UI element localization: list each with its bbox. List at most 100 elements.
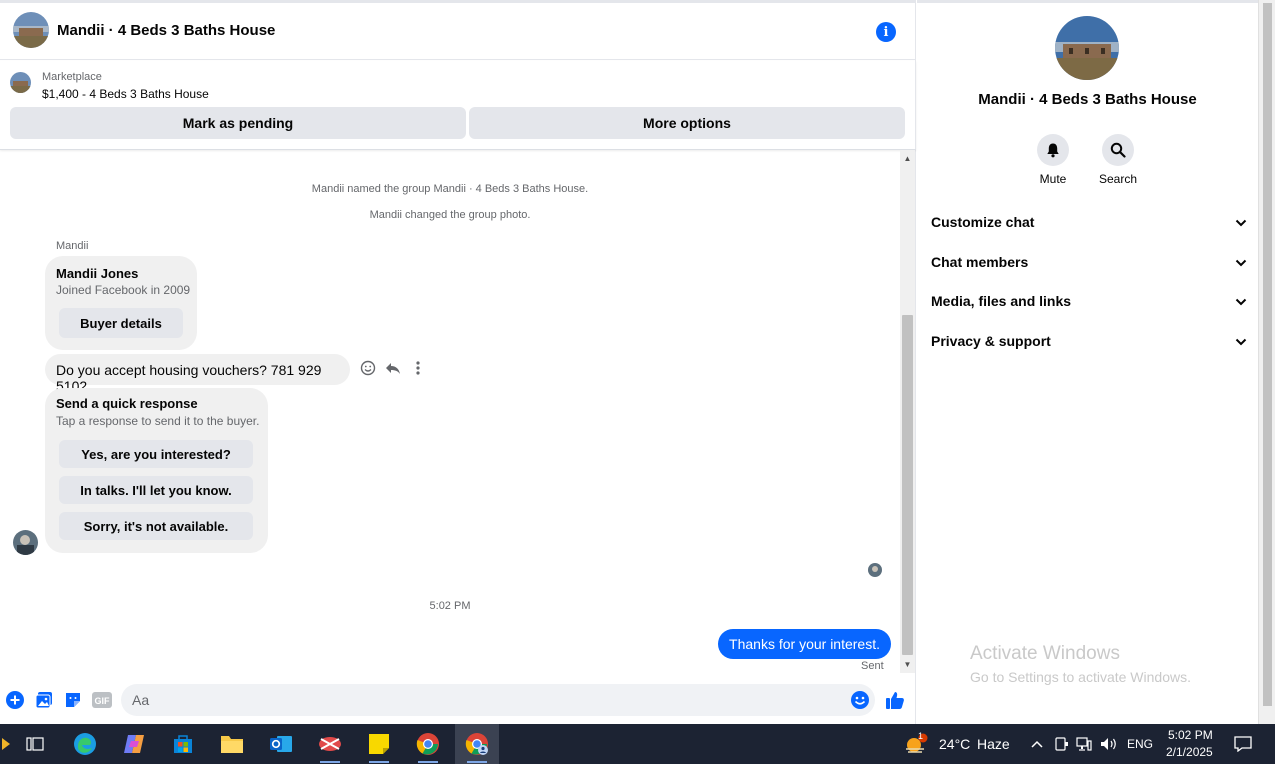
profile-joined: Joined Facebook in 2009 <box>56 283 191 297</box>
chevron-down-icon <box>1235 254 1247 270</box>
system-message: Mandii changed the group photo. <box>369 209 531 221</box>
message-input[interactable] <box>121 684 875 716</box>
system-message: Mandii named the group Mandii · 4 Beds 3… <box>311 183 589 195</box>
mute-label: Mute <box>1039 172 1067 186</box>
mute-action[interactable]: Mute <box>1023 134 1083 186</box>
marketplace-bar: Marketplace $1,400 - 4 Beds 3 Baths Hous… <box>0 61 916 150</box>
page-scroll-thumb[interactable] <box>1263 3 1272 706</box>
marketplace-label: Marketplace <box>42 71 102 83</box>
section-label: Privacy & support <box>931 333 1051 349</box>
search-label: Search <box>1098 172 1138 186</box>
bell-icon[interactable] <box>1037 134 1069 166</box>
volume-icon[interactable] <box>1098 724 1120 764</box>
quick-response-subtitle: Tap a response to send it to the buyer. <box>56 414 260 428</box>
weather-icon[interactable] <box>902 724 930 764</box>
section-label: Chat members <box>931 254 1029 270</box>
media-files-section[interactable]: Media, files and links <box>931 286 1247 316</box>
photo-icon[interactable] <box>34 690 54 710</box>
sent-status: Sent <box>861 660 884 672</box>
buyer-details-button[interactable]: Buyer details <box>59 308 183 338</box>
chat-title[interactable]: Mandii · 4 Beds 3 Baths House <box>57 22 275 39</box>
more-options-button[interactable]: More options <box>469 107 905 139</box>
chat-header: Mandii · 4 Beds 3 Baths House i <box>0 3 916 60</box>
composer: GIF <box>0 682 916 720</box>
customize-chat-section[interactable]: Customize chat <box>931 207 1247 237</box>
quick-response-option[interactable]: Yes, are you interested? <box>59 440 253 468</box>
message-thread[interactable]: Mandii named the group Mandii · 4 Beds 3… <box>0 150 900 673</box>
store-icon[interactable] <box>161 724 205 764</box>
clock-date[interactable]: 2/1/2025 <box>1166 745 1213 759</box>
messenger-window: Mandii · 4 Beds 3 Baths House i Marketpl… <box>0 0 1275 764</box>
gif-icon[interactable]: GIF <box>92 690 112 710</box>
more-vertical-icon[interactable] <box>409 359 427 377</box>
scroll-thumb[interactable] <box>902 315 913 655</box>
file-explorer-icon[interactable] <box>210 724 254 764</box>
message-timestamp: 5:02 PM <box>429 600 471 612</box>
panel-title: Mandii · 4 Beds 3 Baths House <box>978 91 1197 108</box>
running-indicator <box>369 761 389 763</box>
reply-icon[interactable] <box>384 359 402 377</box>
chevron-down-icon <box>1235 214 1247 230</box>
running-indicator <box>320 761 340 763</box>
watermark-line2: Go to Settings to activate Windows. <box>970 669 1191 685</box>
react-icon[interactable] <box>359 359 377 377</box>
scroll-down-icon[interactable]: ▼ <box>903 660 912 669</box>
windows-taskbar: 1 24°C Haze ENG 5:02 PM 2/1/2025 <box>0 724 1275 764</box>
running-indicator <box>418 761 438 763</box>
svg-text:GIF: GIF <box>95 696 111 706</box>
sender-avatar[interactable] <box>13 530 38 555</box>
sender-name: Mandii <box>56 240 89 252</box>
listing-title[interactable]: $1,400 - 4 Beds 3 Baths House <box>42 87 209 101</box>
panel-group-avatar[interactable] <box>1055 16 1119 80</box>
meet-now-icon[interactable] <box>1052 724 1072 764</box>
group-avatar[interactable] <box>13 12 49 48</box>
chat-members-section[interactable]: Chat members <box>931 247 1247 277</box>
chevron-down-icon <box>1235 293 1247 309</box>
language-indicator[interactable]: ENG <box>1127 737 1153 751</box>
plus-icon[interactable] <box>5 690 25 710</box>
profile-name: Mandii Jones <box>56 266 139 281</box>
network-icon[interactable] <box>1074 724 1094 764</box>
running-indicator <box>467 761 487 763</box>
profile-card: Mandii Jones Joined Facebook in 2009 Buy… <box>45 256 197 350</box>
privacy-support-section[interactable]: Privacy & support <box>931 326 1247 356</box>
chat-column: Mandii · 4 Beds 3 Baths House i Marketpl… <box>0 0 916 724</box>
activate-windows-watermark: Activate Windows Go to Settings to activ… <box>970 643 1191 685</box>
task-view-icon[interactable] <box>13 724 57 764</box>
section-label: Customize chat <box>931 214 1035 230</box>
quick-response-title: Send a quick response <box>56 396 198 411</box>
weather-temp[interactable]: 24°C <box>939 736 970 752</box>
emoji-icon[interactable] <box>850 690 870 710</box>
page-scrollbar[interactable] <box>1258 0 1275 724</box>
chevron-down-icon <box>1235 333 1247 349</box>
chrome-icon[interactable] <box>406 724 450 764</box>
quick-response-card: Send a quick response Tap a response to … <box>45 388 268 553</box>
search-icon[interactable] <box>1102 134 1134 166</box>
search-action[interactable]: Search <box>1088 134 1148 186</box>
mark-pending-button[interactable]: Mark as pending <box>10 107 466 139</box>
thread-scrollbar[interactable]: ▲ ▼ <box>900 150 915 673</box>
chevron-up-icon[interactable] <box>1027 724 1047 764</box>
section-label: Media, files and links <box>931 293 1072 309</box>
edge-icon[interactable] <box>63 724 107 764</box>
weather-desc[interactable]: Haze <box>977 736 1010 752</box>
notification-icon[interactable] <box>1230 724 1256 764</box>
seen-avatar <box>868 563 882 577</box>
copilot-icon[interactable] <box>112 724 156 764</box>
listing-thumbnail[interactable] <box>10 72 31 93</box>
scroll-up-icon[interactable]: ▲ <box>903 154 912 163</box>
sticky-notes-icon[interactable] <box>357 724 401 764</box>
chat-details-panel: Mandii · 4 Beds 3 Baths House Mute Searc… <box>917 0 1258 724</box>
snipping-tool-icon[interactable] <box>308 724 352 764</box>
quick-response-option[interactable]: Sorry, it's not available. <box>59 512 253 540</box>
quick-response-option[interactable]: In talks. I'll let you know. <box>59 476 253 504</box>
chrome-profile-icon[interactable] <box>455 724 499 764</box>
outlook-icon[interactable] <box>259 724 303 764</box>
thumbs-up-icon[interactable] <box>885 690 905 710</box>
clock-time[interactable]: 5:02 PM <box>1168 728 1213 742</box>
widgets-icon[interactable] <box>0 724 14 764</box>
outgoing-message[interactable]: Thanks for your interest. <box>718 629 891 659</box>
incoming-message[interactable]: Do you accept housing vouchers? 781 929 … <box>45 354 350 394</box>
info-icon[interactable]: i <box>876 22 896 42</box>
sticker-icon[interactable] <box>63 690 83 710</box>
